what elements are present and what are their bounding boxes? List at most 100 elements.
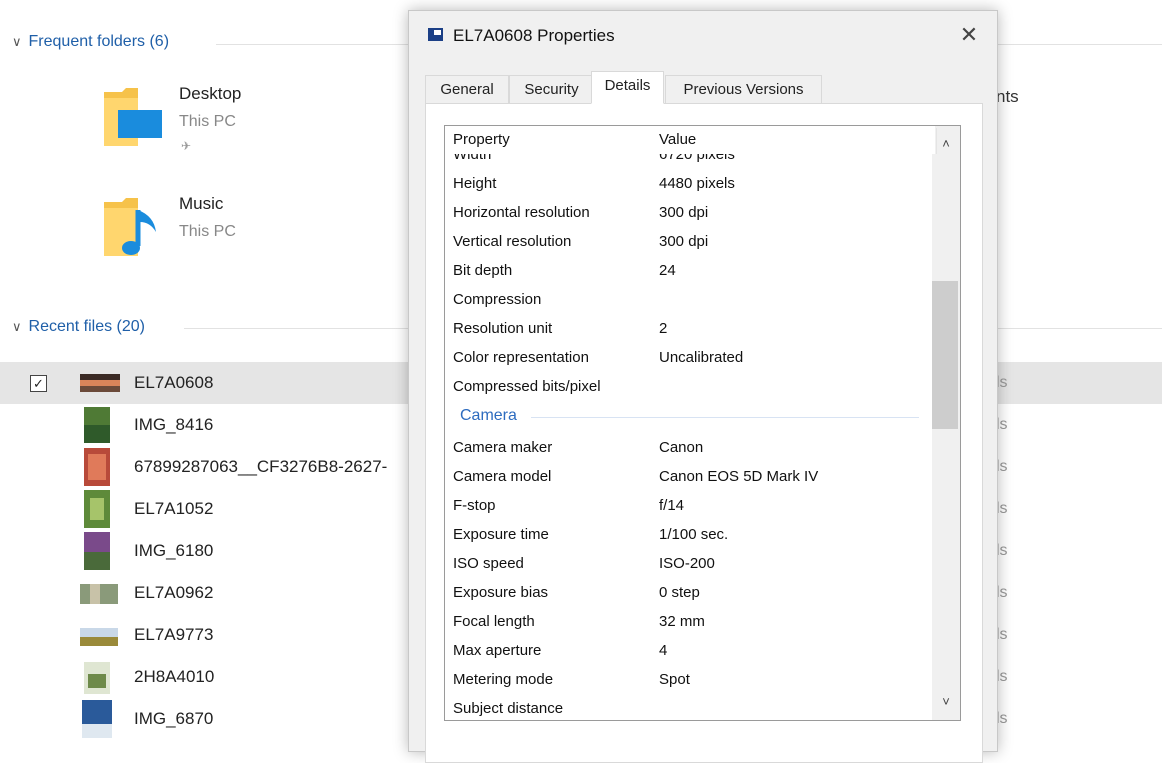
section-divider <box>216 44 408 45</box>
property-name: Compression <box>453 291 542 308</box>
property-row[interactable]: Bit depth 24 <box>445 257 935 286</box>
file-name: 2H8A4010 <box>134 667 215 686</box>
file-name: EL7A0962 <box>134 583 214 602</box>
property-value: 2 <box>659 320 668 337</box>
property-row[interactable]: Resolution unit 2 <box>445 315 935 344</box>
property-value: 0 step <box>659 584 700 601</box>
file-thumbnail <box>84 407 110 443</box>
property-name: Color representation <box>453 349 589 366</box>
property-name: Bit depth <box>453 262 513 279</box>
file-name: 67899287063__CF3276B8-2627- <box>134 457 388 476</box>
section-divider <box>996 44 1162 45</box>
property-value: Spot <box>659 671 690 688</box>
property-name: F-stop <box>453 497 496 514</box>
property-name: Height <box>453 175 497 192</box>
image-file-icon <box>428 28 443 41</box>
tab-security[interactable]: Security <box>509 75 594 103</box>
property-name: Vertical resolution <box>453 233 572 250</box>
recent-files-label: Recent files (20) <box>28 318 146 335</box>
property-row[interactable]: Camera model Canon EOS 5D Mark IV <box>445 463 935 492</box>
property-name: Horizontal resolution <box>453 204 590 221</box>
file-thumbnail <box>80 374 120 392</box>
chevron-down-icon: ∨ <box>12 34 22 49</box>
file-thumbnail <box>84 662 110 694</box>
scroll-down-arrow-icon[interactable]: ˅ <box>932 694 960 714</box>
property-row[interactable]: Horizontal resolution 300 dpi <box>445 199 935 228</box>
property-name: Resolution unit <box>453 320 553 337</box>
property-row[interactable]: F-stop f/14 <box>445 492 935 521</box>
property-value: 1/100 sec. <box>659 526 729 543</box>
property-value: 32 mm <box>659 613 705 630</box>
file-name: EL7A9773 <box>134 625 214 644</box>
property-value: 24 <box>659 262 676 279</box>
partially-hidden-folder-label: nts <box>996 87 1019 106</box>
close-icon[interactable]: ✕ <box>955 21 983 49</box>
tab-general[interactable]: General <box>425 75 509 103</box>
file-name: EL7A1052 <box>134 499 214 518</box>
folder-name: Desktop <box>179 84 242 103</box>
property-row[interactable]: Compressed bits/pixel <box>445 373 935 402</box>
scrollbar-thumb[interactable] <box>932 281 958 429</box>
file-name: IMG_6870 <box>134 709 214 728</box>
chevron-down-icon: ∨ <box>12 319 22 334</box>
property-name: Metering mode <box>453 671 554 688</box>
property-name: Camera maker <box>453 439 553 456</box>
property-list: Width 6720 pixels Property Value Height 4… <box>444 125 961 721</box>
property-row[interactable]: Vertical resolution 300 dpi <box>445 228 935 257</box>
file-thumbnail <box>84 532 110 570</box>
folder-location: This PC <box>179 113 236 130</box>
property-row[interactable]: Height 4480 pixels <box>445 170 935 199</box>
properties-dialog: EL7A0608 Properties ✕ General Security D… <box>408 10 998 763</box>
file-name: IMG_8416 <box>134 415 214 434</box>
dialog-title: EL7A0608 Properties <box>453 26 615 45</box>
folder-location: This PC <box>179 223 236 240</box>
property-row[interactable]: Exposure time 1/100 sec. <box>445 521 935 550</box>
tab-previous-versions[interactable]: Previous Versions <box>665 75 822 103</box>
checkbox-checked-icon[interactable]: ✓ <box>30 375 47 392</box>
property-row[interactable]: ISO speed ISO-200 <box>445 550 935 579</box>
frequent-folders-label: Frequent folders (6) <box>28 33 170 50</box>
property-row[interactable]: Focal length 32 mm <box>445 608 935 637</box>
property-row[interactable]: Camera maker Canon <box>445 434 935 463</box>
section-divider <box>996 328 1162 329</box>
property-value: Canon EOS 5D Mark IV <box>659 468 819 485</box>
property-name: Focal length <box>453 613 535 630</box>
file-thumbnail <box>80 628 118 646</box>
frequent-folders-header[interactable]: ∨ Frequent folders (6) <box>12 33 169 51</box>
file-thumbnail <box>82 700 112 738</box>
file-name: IMG_6180 <box>134 541 214 560</box>
property-value: 300 dpi <box>659 233 709 250</box>
column-header-value[interactable]: Value <box>659 131 696 148</box>
vertical-scrollbar[interactable]: ˄ ˅ <box>932 126 960 720</box>
file-thumbnail <box>84 490 110 528</box>
section-divider <box>184 328 408 329</box>
property-name: Exposure bias <box>453 584 549 601</box>
property-value: 4 <box>659 642 668 659</box>
property-value: ISO-200 <box>659 555 715 572</box>
recent-files-header[interactable]: ∨ Recent files (20) <box>12 318 145 336</box>
property-row[interactable]: Metering mode Spot <box>445 666 935 695</box>
column-header-property[interactable]: Property <box>453 131 510 148</box>
file-thumbnail <box>84 448 110 486</box>
property-row[interactable]: Max aperture 4 <box>445 637 935 666</box>
file-thumbnail <box>80 584 118 604</box>
property-name: Subject distance <box>453 700 564 717</box>
property-value: Uncalibrated <box>659 349 744 366</box>
property-name: Camera model <box>453 468 552 485</box>
property-name: Max aperture <box>453 642 542 659</box>
group-divider <box>531 417 919 418</box>
property-row-partial[interactable]: Subject distance <box>445 695 935 720</box>
column-header-row: Property Value <box>445 126 937 154</box>
property-value: f/14 <box>659 497 685 514</box>
folder-name: Music <box>179 194 224 213</box>
pin-icon: ✈ <box>181 139 192 153</box>
property-row[interactable]: Color representation Uncalibrated <box>445 344 935 373</box>
property-row[interactable]: Compression <box>445 286 935 315</box>
tab-details[interactable]: Details <box>591 71 664 104</box>
property-value: Canon <box>659 439 704 456</box>
property-value: 4480 pixels <box>659 175 735 192</box>
music-folder-icon <box>104 198 156 256</box>
group-label: Camera <box>460 407 517 424</box>
property-row[interactable]: Exposure bias 0 step <box>445 579 935 608</box>
property-name: Compressed bits/pixel <box>453 378 601 395</box>
